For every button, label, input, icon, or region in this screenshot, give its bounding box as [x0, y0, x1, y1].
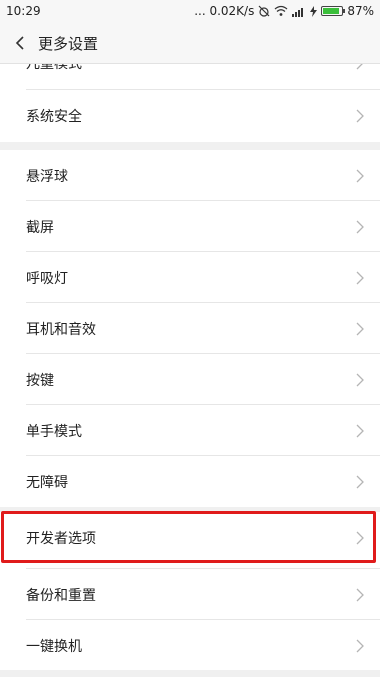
settings-item-one-handed-mode[interactable]: 单手模式 — [0, 405, 380, 456]
back-arrow-icon[interactable] — [10, 33, 30, 53]
settings-item-accessibility[interactable]: 无障碍 — [0, 456, 380, 507]
wifi-icon — [274, 5, 288, 16]
settings-group-1: 儿童模式 系统安全 — [0, 64, 380, 142]
settings-item-buttons[interactable]: 按键 — [0, 354, 380, 405]
chevron-right-icon — [356, 639, 364, 652]
settings-item-label: 悬浮球 — [26, 168, 68, 185]
settings-item-children-mode[interactable]: 儿童模式 — [0, 64, 380, 88]
settings-item-label: 儿童模式 — [26, 64, 82, 73]
network-speed: ... 0.02K/s — [194, 4, 255, 18]
settings-item-system-security[interactable]: 系统安全 — [0, 90, 380, 141]
chevron-right-icon — [356, 109, 364, 122]
settings-item-floating-ball[interactable]: 悬浮球 — [0, 150, 380, 201]
signal-icon — [292, 7, 304, 17]
settings-item-backup-reset[interactable]: 备份和重置 — [0, 569, 380, 620]
settings-item-label: 呼吸灯 — [26, 270, 68, 287]
chevron-right-icon — [356, 271, 364, 284]
settings-item-screenshot[interactable]: 截屏 — [0, 201, 380, 252]
settings-item-label: 一键换机 — [26, 638, 82, 655]
highlight-box — [1, 511, 376, 563]
page-title: 更多设置 — [38, 35, 99, 53]
chevron-right-icon — [356, 64, 363, 69]
chevron-right-icon — [356, 588, 364, 601]
battery-fill — [323, 8, 340, 14]
chevron-right-icon — [356, 322, 364, 335]
settings-item-label: 单手模式 — [26, 423, 82, 440]
chevron-right-icon — [356, 220, 364, 233]
chevron-right-icon — [356, 424, 364, 437]
battery-percent: 87% — [347, 4, 374, 18]
app-bar: 更多设置 — [0, 22, 380, 64]
settings-item-headphones-audio[interactable]: 耳机和音效 — [0, 303, 380, 354]
chevron-right-icon — [356, 373, 364, 386]
settings-item-label: 无障碍 — [26, 474, 68, 491]
settings-item-label: 截屏 — [26, 219, 54, 236]
status-bar: 10:29 ... 0.02K/s 87% — [0, 0, 380, 22]
chevron-right-icon — [356, 475, 364, 488]
chevron-right-icon — [356, 169, 364, 182]
settings-item-phone-transfer[interactable]: 一键换机 — [0, 620, 380, 671]
settings-item-label: 系统安全 — [26, 108, 82, 125]
settings-item-label: 备份和重置 — [26, 587, 96, 604]
settings-item-label: 耳机和音效 — [26, 321, 96, 338]
settings-item-label: 按键 — [26, 372, 54, 389]
settings-item-notification-light[interactable]: 呼吸灯 — [0, 252, 380, 303]
battery-icon — [321, 6, 346, 16]
status-icons: ... 0.02K/s 87% — [194, 4, 374, 18]
charging-icon — [310, 5, 318, 17]
status-time: 10:29 — [6, 4, 41, 18]
alarm-off-icon — [258, 5, 270, 17]
settings-group-2: 悬浮球 截屏 呼吸灯 耳机和音效 按键 单手模式 无障碍 — [0, 150, 380, 507]
